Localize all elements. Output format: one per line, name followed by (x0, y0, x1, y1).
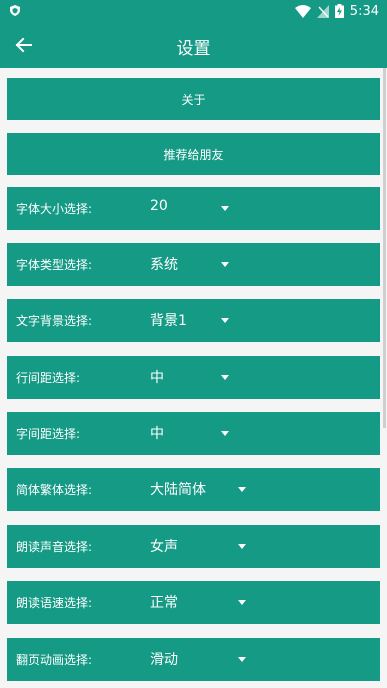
app-bar: 设置 (0, 22, 387, 68)
no-signal-icon (316, 4, 329, 18)
status-time: 5:34 (349, 3, 379, 19)
letter-spacing-setting: 字间距选择: 中 (7, 412, 380, 455)
dropdown-arrow-icon[interactable] (238, 544, 246, 549)
share-button[interactable]: 推荐给朋友 (7, 133, 380, 175)
dropdown-arrow-icon[interactable] (221, 206, 229, 211)
setting-label: 文字背景选择: (16, 314, 93, 328)
scrollbar[interactable] (383, 68, 386, 428)
wifi-icon (294, 4, 311, 18)
text-background-setting: 文字背景选择: 背景1 (7, 299, 380, 342)
setting-label: 行间距选择: (16, 371, 81, 385)
font-size-select[interactable]: 20 (150, 198, 168, 214)
font-type-setting: 字体类型选择: 系统 (7, 243, 380, 286)
setting-label: 字体类型选择: (16, 258, 93, 272)
simplified-traditional-select[interactable]: 大陆简体 (150, 479, 206, 499)
about-button[interactable]: 关于 (7, 78, 380, 120)
share-button-label: 推荐给朋友 (163, 147, 224, 162)
about-button-label: 关于 (181, 92, 206, 107)
battery-charging-icon (334, 4, 344, 18)
setting-label: 简体繁体选择: (16, 483, 93, 497)
shield-icon (10, 5, 20, 16)
setting-label: 朗读语速选择: (16, 596, 93, 610)
page-turn-animation-setting: 翻页动画选择: 滑动 (7, 638, 380, 681)
dropdown-arrow-icon[interactable] (221, 318, 229, 323)
page-turn-animation-select[interactable]: 滑动 (150, 649, 178, 669)
page-title: 设置 (176, 39, 211, 59)
line-spacing-setting: 行间距选择: 中 (7, 356, 380, 399)
dropdown-arrow-icon[interactable] (221, 262, 229, 267)
text-background-select[interactable]: 背景1 (150, 310, 187, 330)
dropdown-arrow-icon[interactable] (238, 600, 246, 605)
setting-label: 翻页动画选择: (16, 653, 93, 667)
dropdown-arrow-icon[interactable] (238, 487, 246, 492)
reading-voice-setting: 朗读声音选择: 女声 (7, 525, 380, 568)
dropdown-arrow-icon[interactable] (238, 657, 246, 662)
setting-label: 字间距选择: (16, 427, 81, 441)
font-size-setting: 字体大小选择: 20 (7, 187, 380, 230)
status-bar: 5:34 (0, 0, 387, 22)
dropdown-arrow-icon[interactable] (221, 431, 229, 436)
dropdown-arrow-icon[interactable] (221, 375, 229, 380)
setting-label: 字体大小选择: (16, 202, 93, 216)
reading-speed-select[interactable]: 正常 (150, 592, 178, 612)
reading-voice-select[interactable]: 女声 (150, 536, 178, 556)
line-spacing-select[interactable]: 中 (150, 367, 164, 387)
font-type-select[interactable]: 系统 (150, 254, 178, 274)
setting-label: 朗读声音选择: (16, 540, 93, 554)
reading-speed-setting: 朗读语速选择: 正常 (7, 581, 380, 624)
simplified-traditional-setting: 简体繁体选择: 大陆简体 (7, 468, 380, 511)
letter-spacing-select[interactable]: 中 (150, 423, 164, 443)
